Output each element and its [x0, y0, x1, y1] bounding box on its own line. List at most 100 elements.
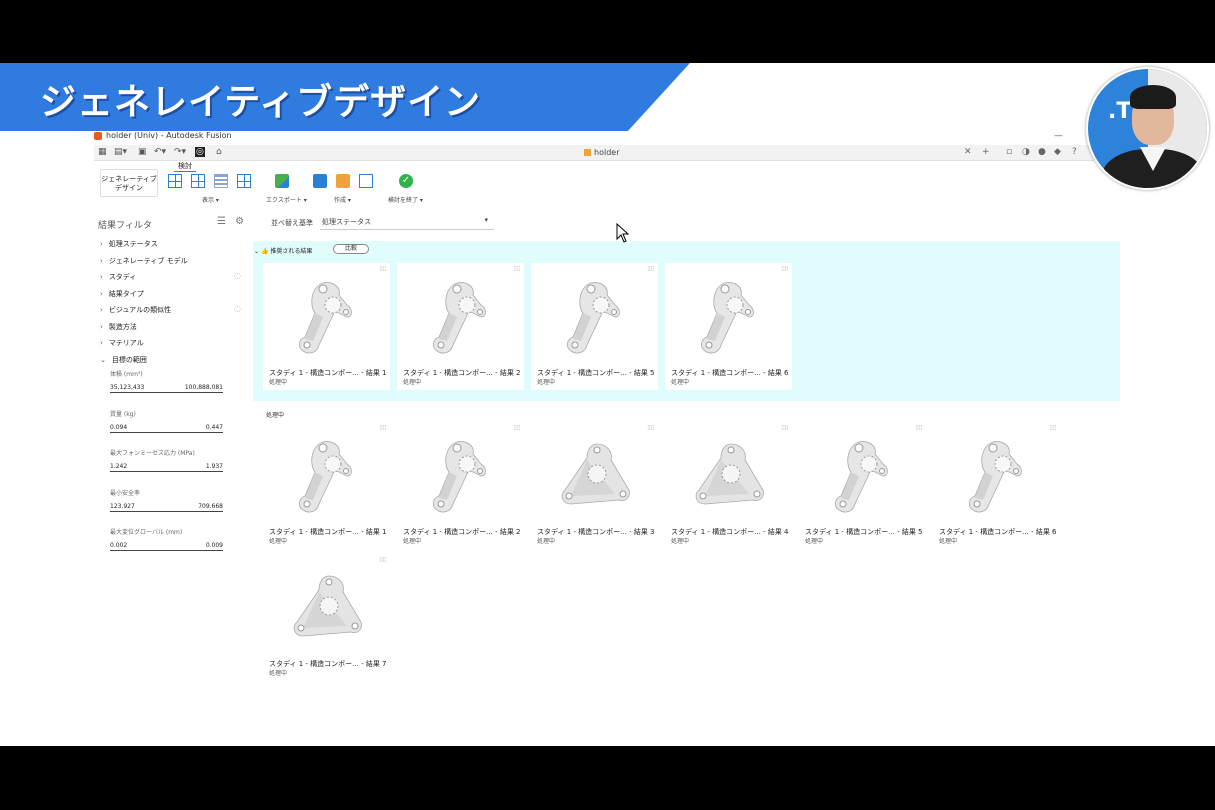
table-view-icon[interactable] [237, 174, 251, 188]
filter-item[interactable]: ⌄ 目標の範囲 [100, 355, 147, 365]
minimize-icon[interactable]: — [1054, 131, 1063, 141]
grid-view-small-icon[interactable] [191, 174, 205, 188]
notifications-icon[interactable]: ◆ [1054, 147, 1061, 157]
filter-item[interactable]: › マテリアル [100, 338, 144, 348]
export-icon[interactable] [275, 174, 289, 188]
result-card[interactable]: ▯▯ スタディ 1 - 構造コンポー... - 結果 2 処理中 [397, 263, 524, 390]
grid-menu-icon[interactable]: ▦ [98, 147, 107, 157]
grid-view-large-icon[interactable] [168, 174, 182, 188]
range-filter[interactable]: 質量 (kg) 0.094 0.447 [110, 409, 223, 433]
export-group-label[interactable]: エクスポート ▾ [266, 195, 307, 204]
chevron-right-icon[interactable]: › [100, 339, 103, 347]
save-icon[interactable]: ▣ [138, 147, 147, 157]
compare-button[interactable]: 比較 [333, 244, 369, 254]
file-icon[interactable]: ▤▾ [114, 147, 127, 157]
chevron-right-icon[interactable]: › [100, 257, 103, 265]
result-card[interactable]: ▯▯ スタディ 1 - 構造コンポー... - 結果 6 処理中 [665, 263, 792, 390]
create-folder-icon[interactable] [336, 174, 350, 188]
chevron-down-icon[interactable]: ⌄ [100, 356, 106, 364]
fusion-app-icon [94, 131, 102, 140]
filter-item[interactable]: › 処理ステータス [100, 239, 158, 249]
card-flag-icon[interactable]: ▯▯ [781, 424, 788, 431]
card-flag-icon[interactable]: ▯▯ [379, 265, 386, 272]
range-min[interactable]: 1.242 [110, 463, 127, 470]
range-filter[interactable]: 最小安全率 123.927 709.668 [110, 488, 223, 512]
filter-item[interactable]: › スタディ [100, 272, 136, 282]
chevron-right-icon[interactable]: › [100, 240, 103, 248]
filter-item[interactable]: › 結果タイプ [100, 289, 144, 299]
filter-item[interactable]: › ジェネレーティブ モデル [100, 256, 188, 266]
card-flag-icon[interactable]: ▯▯ [647, 265, 654, 272]
sort-select[interactable]: 処理ステータス ▾ [320, 214, 494, 230]
chevron-right-icon[interactable]: › [100, 323, 103, 331]
list-view-icon[interactable] [214, 174, 228, 188]
chevron-right-icon[interactable]: › [100, 306, 103, 314]
card-flag-icon[interactable]: ▯▯ [379, 556, 386, 563]
range-filter[interactable]: 最大変位グローバル (mm) 0.002 0.009 [110, 527, 223, 551]
range-max[interactable]: 1.937 [206, 463, 223, 470]
range-max[interactable]: 0.009 [206, 542, 223, 549]
range-slider[interactable]: 1.242 1.937 [110, 463, 223, 472]
create-report-icon[interactable] [359, 174, 373, 188]
workspace-switcher[interactable]: ジェネレーティブ デザイン [100, 169, 158, 197]
result-card[interactable]: ▯▯ スタディ 1 - 構造コンポー... - 結果 6 処理中 [933, 422, 1060, 549]
result-card[interactable]: ▯▯ スタディ 1 - 構造コンポー... - 結果 2 処理中 [397, 422, 524, 549]
range-slider[interactable]: 0.002 0.009 [110, 542, 223, 551]
range-slider[interactable]: 123.927 709.668 [110, 503, 223, 512]
camera-icon[interactable]: ◎ [195, 147, 205, 157]
document-tab[interactable]: holder [584, 148, 619, 157]
card-flag-icon[interactable]: ▯▯ [915, 424, 922, 431]
filter-adjust-icon[interactable]: ☰ [217, 216, 226, 227]
create-design-icon[interactable] [313, 174, 327, 188]
range-slider[interactable]: 35,123,433 100,888,081 [110, 384, 223, 393]
chevron-right-icon[interactable]: › [100, 273, 103, 281]
presenter-webcam: .T [1086, 67, 1209, 190]
help-icon[interactable]: ? [1072, 147, 1077, 157]
undo-icon[interactable]: ↶▾ [154, 147, 166, 157]
job-status-icon[interactable]: ● [1038, 147, 1046, 157]
card-flag-icon[interactable]: ▯▯ [513, 265, 520, 272]
range-min[interactable]: 35,123,433 [110, 384, 144, 391]
card-flag-icon[interactable]: ▯▯ [379, 424, 386, 431]
home-icon[interactable]: ⌂ [216, 147, 222, 157]
recommended-header[interactable]: ⌄ 👍 推奨される結果 [254, 246, 312, 255]
result-card[interactable]: ▯▯ スタディ 1 - 構造コンポー... - 結果 4 処理中 [665, 422, 792, 549]
close-tab-icon[interactable]: ✕ [964, 147, 972, 157]
filter-item[interactable]: › 製造方法 [100, 322, 137, 332]
card-flag-icon[interactable]: ▯▯ [1049, 424, 1056, 431]
range-slider[interactable]: 0.094 0.447 [110, 424, 223, 433]
tab-explore[interactable]: 検討 [174, 161, 196, 172]
card-flag-icon[interactable]: ▯▯ [513, 424, 520, 431]
range-max[interactable]: 100,888,081 [185, 384, 223, 391]
card-title: スタディ 1 - 構造コンポー... - 結果 1 [269, 528, 387, 536]
extensions-icon[interactable]: ▫ [1006, 147, 1012, 157]
range-min[interactable]: 123.927 [110, 503, 135, 510]
finish-group-label[interactable]: 検討を終了 ▾ [388, 195, 423, 204]
filter-item[interactable]: › ビジュアルの類似性 [100, 305, 171, 315]
new-tab-icon[interactable]: + [982, 147, 990, 157]
card-flag-icon[interactable]: ▯▯ [781, 265, 788, 272]
chevron-right-icon[interactable]: › [100, 290, 103, 298]
create-group-label[interactable]: 作成 ▾ [334, 195, 351, 204]
result-card[interactable]: ▯▯ スタディ 1 - 構造コンポー... - 結果 1 処理中 [263, 422, 390, 549]
range-max[interactable]: 709.668 [198, 503, 223, 510]
gear-icon[interactable]: ⚙ [235, 216, 244, 227]
result-card[interactable]: ▯▯ スタディ 1 - 構造コンポー... - 結果 7 処理中 [263, 554, 390, 681]
result-card[interactable]: ▯▯ スタディ 1 - 構造コンポー... - 結果 1 処理中 [263, 263, 390, 390]
collapse-chevron-icon[interactable]: ⌄ [254, 248, 259, 255]
filter-item-label: マテリアル [108, 339, 144, 347]
range-min[interactable]: 0.094 [110, 424, 127, 431]
view-group-label[interactable]: 表示 ▾ [202, 195, 219, 204]
range-max[interactable]: 0.447 [206, 424, 223, 431]
range-filter[interactable]: 最大フォンミーゼス応力 (MPa) 1.242 1.937 [110, 448, 223, 472]
sync-icon[interactable]: ◑ [1022, 147, 1030, 157]
card-flag-icon[interactable]: ▯▯ [647, 424, 654, 431]
range-filter[interactable]: 体積 (mm³) 35,123,433 100,888,081 [110, 369, 223, 393]
card-status: 処理中 [269, 538, 288, 545]
range-min[interactable]: 0.002 [110, 542, 127, 549]
result-card[interactable]: ▯▯ スタディ 1 - 構造コンポー... - 結果 5 処理中 [531, 263, 658, 390]
result-card[interactable]: ▯▯ スタディ 1 - 構造コンポー... - 結果 3 処理中 [531, 422, 658, 549]
redo-icon[interactable]: ↷▾ [174, 147, 186, 157]
result-card[interactable]: ▯▯ スタディ 1 - 構造コンポー... - 結果 5 処理中 [799, 422, 926, 549]
finish-explore-icon[interactable]: ✓ [399, 174, 413, 188]
